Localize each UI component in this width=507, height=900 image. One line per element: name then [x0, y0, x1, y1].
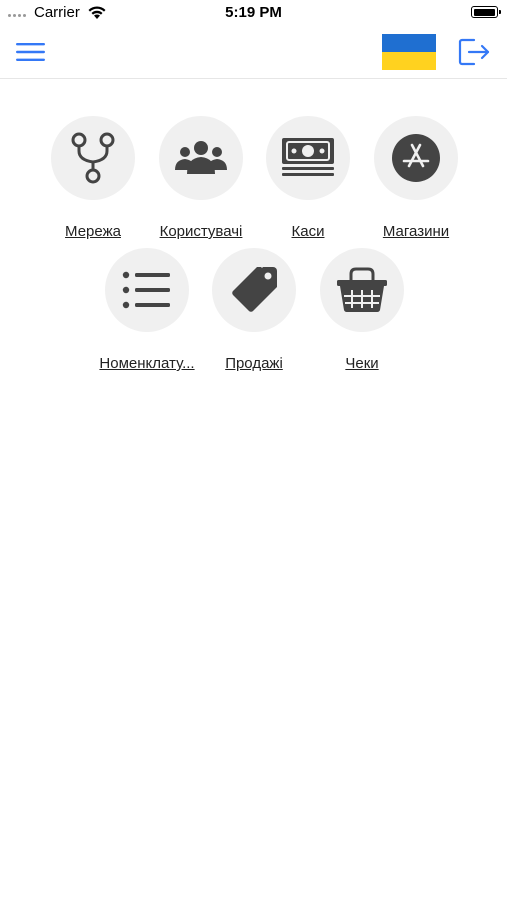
cash-register-money-icon — [266, 116, 350, 200]
tile-label: Чеки — [345, 355, 379, 372]
list-icon — [105, 248, 189, 332]
users-group-icon — [159, 116, 243, 200]
tile-sales[interactable]: Продажі — [194, 248, 314, 378]
status-bar: Carrier 5:19 PM — [0, 0, 507, 26]
battery-fill — [473, 8, 495, 16]
tile-label: Продажі — [225, 355, 283, 372]
hamburger-menu-icon[interactable] — [14, 38, 48, 66]
tile-stores[interactable]: Магазини — [356, 116, 476, 246]
ukraine-flag-icon[interactable] — [382, 34, 436, 70]
price-tags-icon — [212, 248, 296, 332]
tile-nomenclature[interactable]: Номенклату... — [87, 248, 207, 378]
tile-label: Номенклату... — [99, 355, 195, 372]
nav-bar — [0, 26, 507, 79]
tile-network[interactable]: Мережа — [33, 116, 153, 246]
tile-label: Мережа — [65, 223, 121, 240]
tile-label: Користувачі — [159, 223, 243, 240]
logout-icon[interactable] — [456, 36, 492, 68]
tile-label: Каси — [291, 223, 325, 240]
shopping-basket-icon — [320, 248, 404, 332]
app-store-icon — [374, 116, 458, 200]
tile-label: Магазини — [382, 223, 450, 240]
tile-users[interactable]: Користувачі — [141, 116, 261, 246]
battery-icon — [471, 6, 501, 18]
tile-receipts[interactable]: Чеки — [302, 248, 422, 378]
tile-cash-registers[interactable]: Каси — [248, 116, 368, 246]
network-branch-icon — [51, 116, 135, 200]
clock: 5:19 PM — [225, 4, 282, 21]
